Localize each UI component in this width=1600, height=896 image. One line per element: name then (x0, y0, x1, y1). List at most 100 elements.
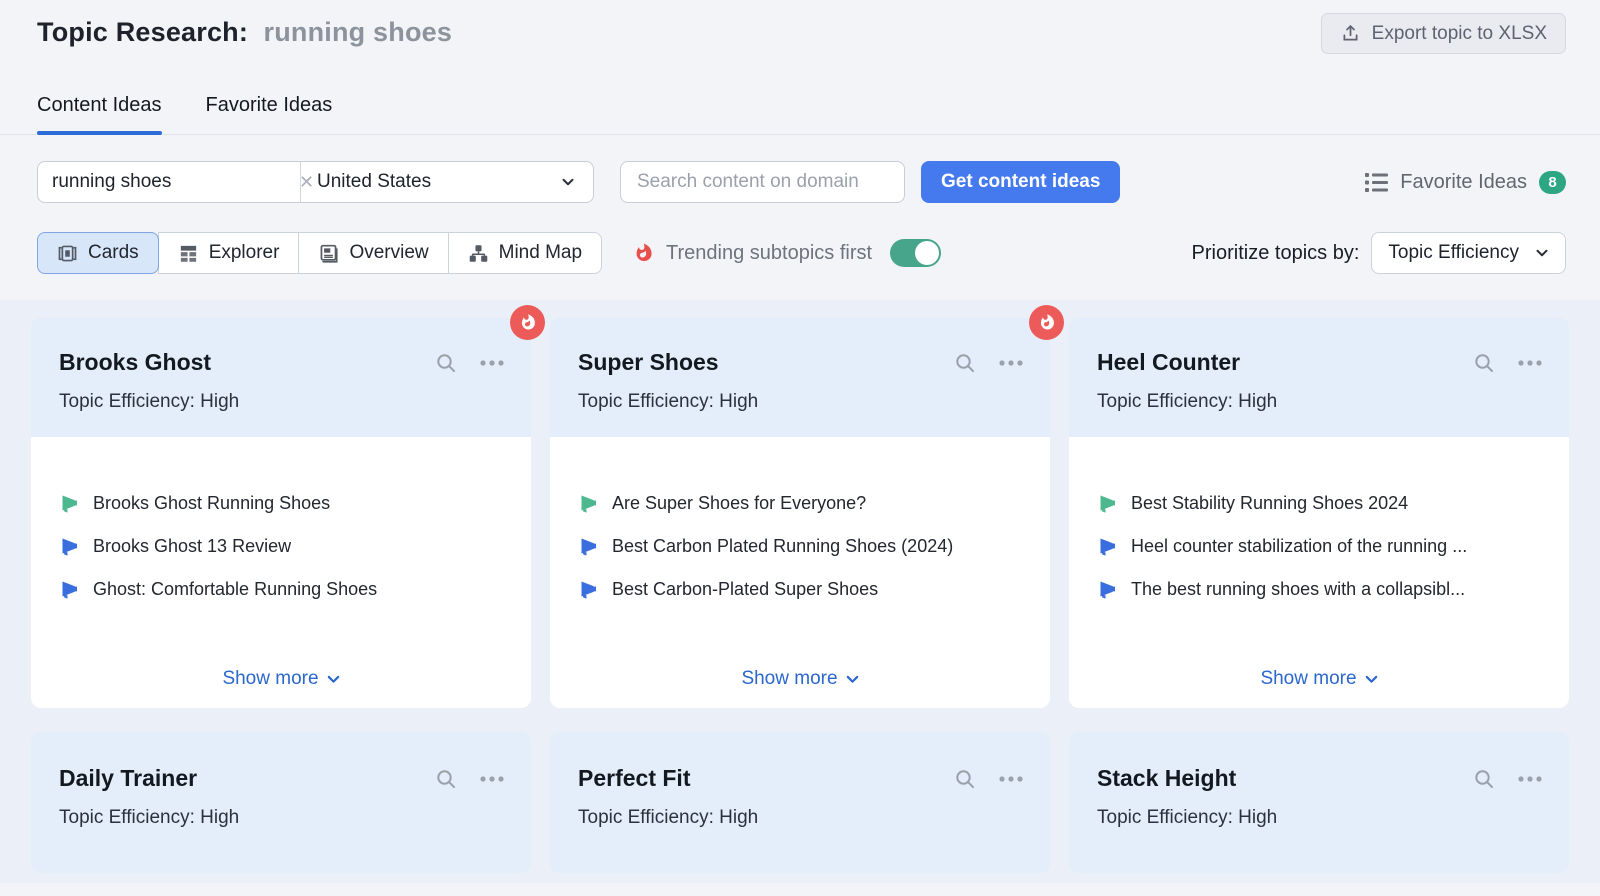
page-title: Topic Research: running shoes (37, 13, 452, 48)
megaphone-icon (581, 495, 596, 513)
headline-item[interactable]: The best running shoes with a collapsibl… (1097, 579, 1543, 600)
flame-icon (636, 243, 652, 262)
headline-text: Heel counter stabilization of the runnin… (1131, 536, 1468, 556)
chevron-down-icon (846, 675, 858, 683)
search-icon[interactable] (1473, 768, 1495, 790)
topic-cards-row-2: Daily Trainer Topic Efficiency: High Per… (31, 732, 1569, 873)
view-explorer-button[interactable]: Explorer (157, 232, 300, 274)
more-menu-icon[interactable] (998, 359, 1024, 367)
favorite-ideas-label: Favorite Ideas (1400, 170, 1527, 193)
card-header: Super Shoes Topic Efficiency: High (550, 318, 1050, 437)
topic-cards-area: Brooks Ghost Topic Efficiency: High Broo… (0, 300, 1600, 883)
headline-item[interactable]: Are Super Shoes for Everyone? (578, 493, 1024, 514)
headline-item[interactable]: Ghost: Comfortable Running Shoes (59, 579, 505, 600)
megaphone-icon (62, 581, 77, 599)
export-xlsx-label: Export topic to XLSX (1371, 22, 1547, 44)
prioritize-select[interactable]: Topic Efficiency (1371, 232, 1566, 274)
show-more-label: Show more (741, 668, 838, 689)
trending-subtopics-label: Trending subtopics first (666, 241, 873, 264)
card-header: Perfect Fit Topic Efficiency: High (550, 732, 1050, 873)
chevron-down-icon (562, 178, 574, 186)
headline-text: Best Stability Running Shoes 2024 (1131, 493, 1409, 513)
search-icon[interactable] (954, 352, 976, 374)
show-more-link[interactable]: Show more (741, 668, 860, 690)
overview-view-icon (321, 244, 339, 263)
upload-icon (1343, 25, 1358, 41)
view-overview-button[interactable]: Overview (298, 232, 449, 274)
topic-card-brooks-ghost: Brooks Ghost Topic Efficiency: High Broo… (31, 305, 545, 708)
search-icon[interactable] (954, 768, 976, 790)
card-header: Heel Counter Topic Efficiency: High (1069, 318, 1569, 437)
topic-cards-row-1: Brooks Ghost Topic Efficiency: High Broo… (31, 305, 1569, 708)
megaphone-icon (62, 538, 77, 556)
headline-item[interactable]: Brooks Ghost Running Shoes (59, 493, 505, 514)
megaphone-icon (1100, 538, 1115, 556)
page-header: Topic Research: running shoes Export top… (0, 0, 1600, 54)
headline-text: Brooks Ghost Running Shoes (93, 493, 331, 513)
view-cards-label: Cards (88, 242, 139, 263)
prioritize-select-value: Topic Efficiency (1388, 242, 1519, 263)
get-content-ideas-button[interactable]: Get content ideas (921, 161, 1121, 203)
headline-text: Ghost: Comfortable Running Shoes (93, 579, 378, 599)
favorite-ideas-link[interactable]: Favorite Ideas 8 (1365, 170, 1566, 194)
trending-fire-badge (1029, 305, 1064, 340)
headline-text: The best running shoes with a collapsibl… (1131, 579, 1466, 599)
headline-item[interactable]: Best Stability Running Shoes 2024 (1097, 493, 1543, 514)
card-header: Stack Height Topic Efficiency: High (1069, 732, 1569, 873)
card-header: Daily Trainer Topic Efficiency: High (31, 732, 531, 873)
search-icon[interactable] (435, 768, 457, 790)
list-icon (1365, 172, 1389, 192)
more-menu-icon[interactable] (1517, 359, 1543, 367)
card-title: Brooks Ghost (59, 349, 212, 375)
view-explorer-label: Explorer (208, 242, 280, 263)
headline-item[interactable]: Best Carbon-Plated Super Shoes (578, 579, 1024, 600)
megaphone-icon (1100, 581, 1115, 599)
show-more-label: Show more (222, 668, 319, 689)
topic-efficiency: Topic Efficiency: High (578, 391, 759, 412)
search-filter-row: ✕ United States Get content ideas Favori… (37, 161, 1566, 203)
country-select[interactable]: United States (301, 162, 593, 202)
headline-text: Brooks Ghost 13 Review (93, 536, 292, 556)
card-body: Best Stability Running Shoes 2024 Heel c… (1069, 437, 1569, 708)
topic-card-daily-trainer: Daily Trainer Topic Efficiency: High (31, 732, 531, 873)
trending-subtopics-toggle[interactable] (890, 239, 942, 267)
topic-query-input[interactable] (52, 171, 297, 193)
query-box: ✕ (38, 162, 314, 202)
show-more-link[interactable]: Show more (222, 668, 341, 690)
card-title: Perfect Fit (578, 765, 691, 791)
topic-efficiency: Topic Efficiency: High (59, 807, 240, 828)
view-mindmap-button[interactable]: Mind Map (447, 232, 603, 274)
view-cards-button[interactable]: Cards (37, 232, 159, 274)
tab-content-ideas[interactable]: Content Ideas (37, 94, 162, 135)
country-select-value: United States (317, 171, 432, 192)
card-title: Daily Trainer (59, 765, 198, 791)
show-more-link[interactable]: Show more (1260, 668, 1379, 690)
view-mindmap-label: Mind Map (498, 242, 583, 263)
more-menu-icon[interactable] (1517, 775, 1543, 783)
search-icon[interactable] (435, 352, 457, 374)
topic-card-perfect-fit: Perfect Fit Topic Efficiency: High (550, 732, 1050, 873)
headline-item[interactable]: Best Carbon Plated Running Shoes (2024) (578, 536, 1024, 557)
export-xlsx-button[interactable]: Export topic to XLSX (1320, 13, 1566, 54)
more-menu-icon[interactable] (998, 775, 1024, 783)
headline-item[interactable]: Heel counter stabilization of the runnin… (1097, 536, 1543, 557)
card-title: Stack Height (1097, 765, 1237, 791)
tab-favorite-ideas[interactable]: Favorite Ideas (206, 94, 333, 134)
headline-text: Best Carbon-Plated Super Shoes (612, 579, 879, 599)
topic-efficiency: Topic Efficiency: High (578, 807, 759, 828)
card-body: Are Super Shoes for Everyone? Best Carbo… (550, 437, 1050, 708)
domain-search-input[interactable] (620, 161, 905, 203)
card-title: Heel Counter (1097, 349, 1241, 375)
more-menu-icon[interactable] (479, 775, 505, 783)
headline-item[interactable]: Brooks Ghost 13 Review (59, 536, 505, 557)
view-controls-row: Cards Explorer Overview Mind Map Trendin… (37, 232, 1566, 274)
trending-fire-badge (510, 305, 545, 340)
headline-text: Are Super Shoes for Everyone? (612, 493, 867, 513)
megaphone-icon (581, 538, 596, 556)
view-switcher: Cards Explorer Overview Mind Map (37, 232, 603, 274)
prioritize-label: Prioritize topics by: (1191, 241, 1360, 264)
more-menu-icon[interactable] (479, 359, 505, 367)
chevron-down-icon (1365, 675, 1377, 683)
search-icon[interactable] (1473, 352, 1495, 374)
prioritize-control: Prioritize topics by: Topic Efficiency (1192, 232, 1566, 274)
